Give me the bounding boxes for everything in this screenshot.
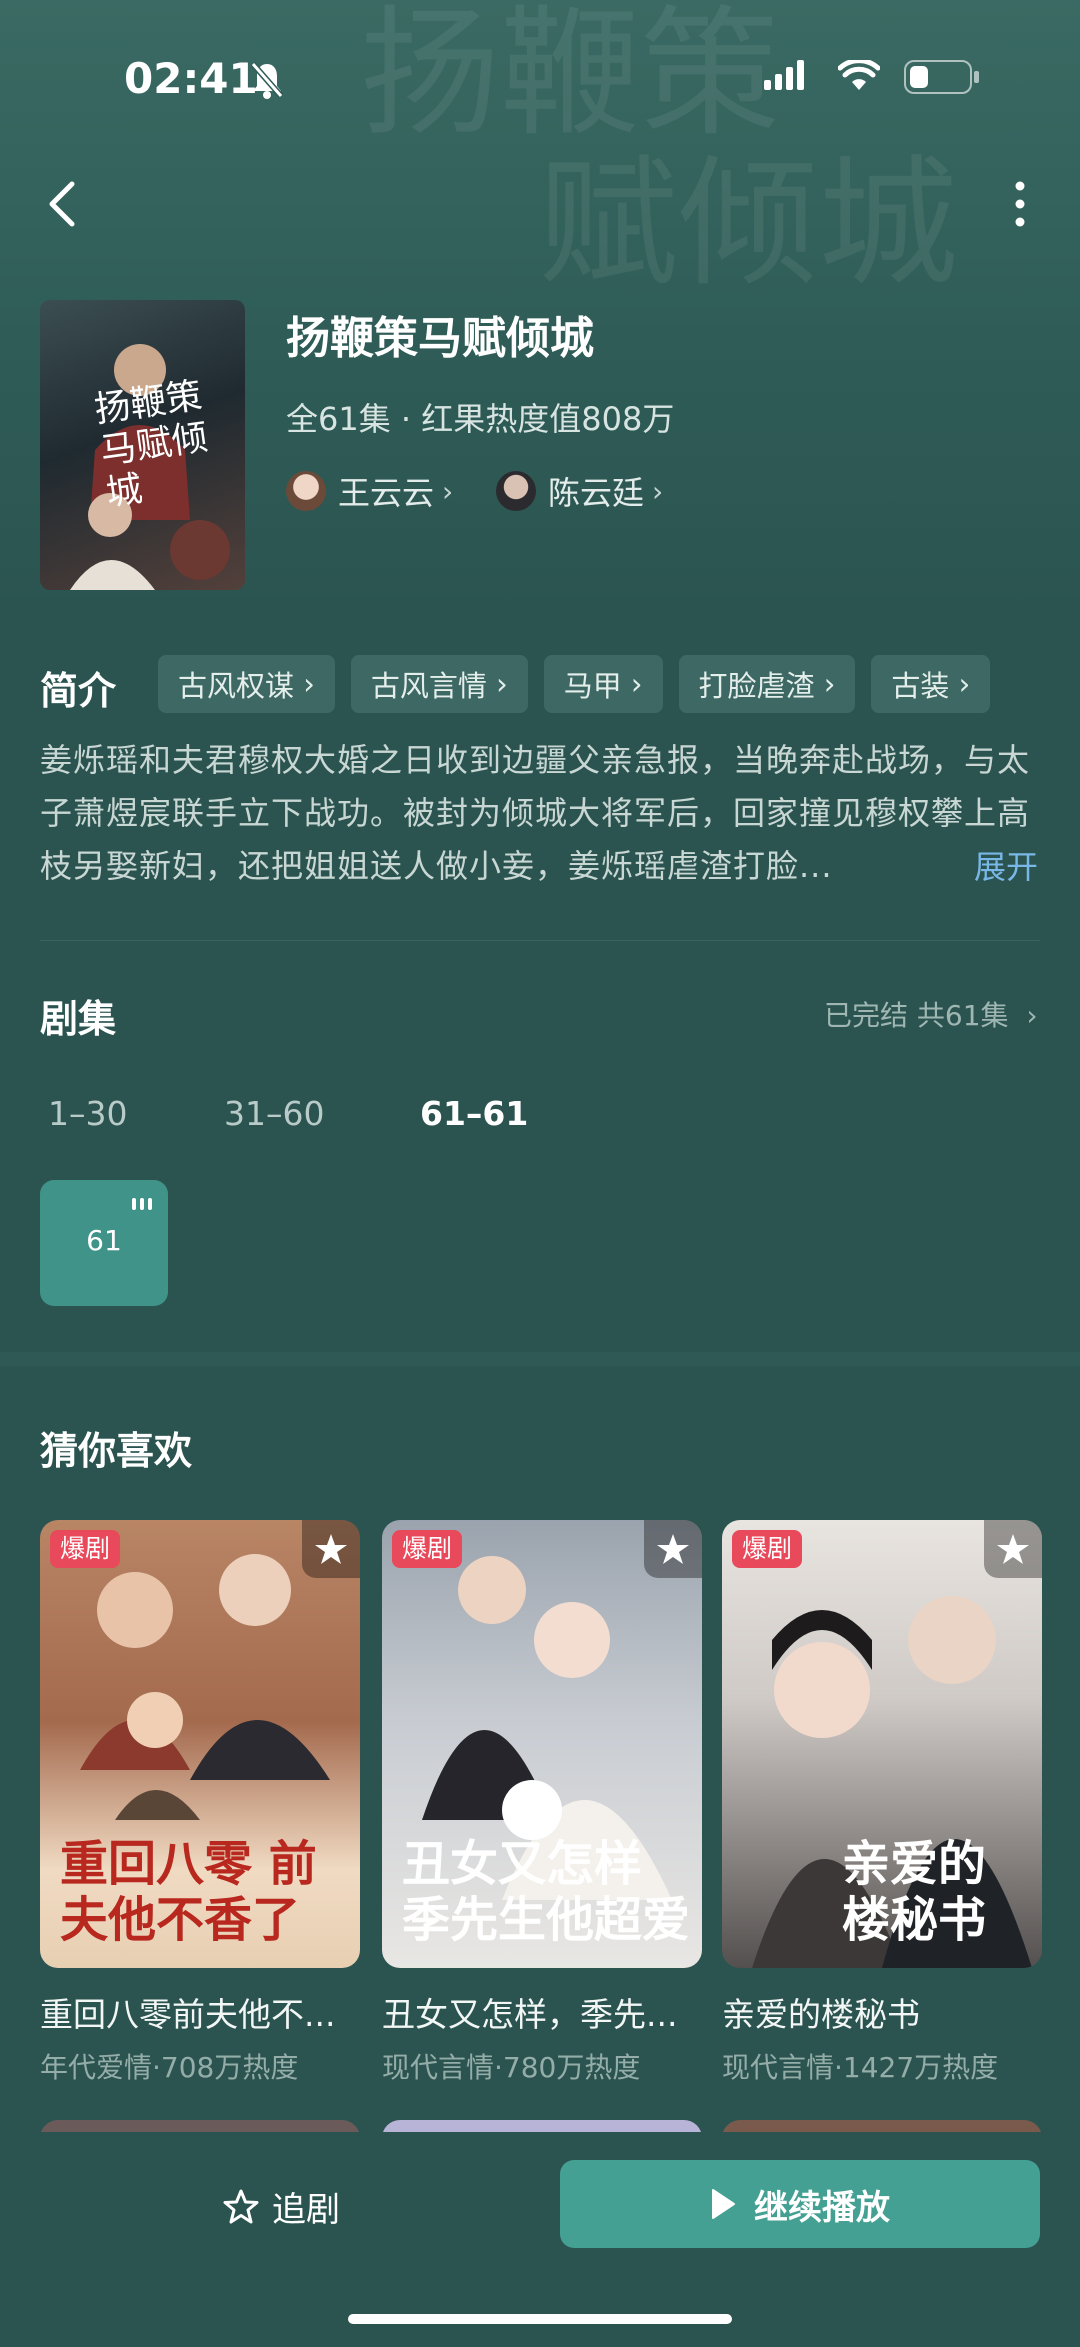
recommend-card[interactable]: 爆剧 丑女又怎样 季先生他超爱	[382, 1520, 702, 1968]
cover-title: 重回八零 前夫他不香了	[60, 1836, 317, 1948]
section-divider	[0, 1352, 1080, 1366]
status-bar: 02:41	[0, 40, 1080, 120]
episode-range-tab[interactable]: 1–30	[48, 1094, 128, 1133]
expand-link[interactable]: 展开	[974, 842, 1038, 888]
recommend-card[interactable]: 爆剧 亲爱的楼秘书	[722, 1520, 1042, 1968]
favorite-star-icon[interactable]	[984, 1520, 1042, 1578]
avatar	[286, 471, 326, 511]
favorite-star-icon[interactable]	[644, 1520, 702, 1578]
intro-heading: 简介	[40, 669, 117, 713]
episode-tile[interactable]: 61	[40, 1180, 168, 1306]
recommend-info: 现代言情·780万热度	[382, 2051, 641, 2084]
now-playing-icon	[132, 1198, 152, 1210]
intro-description: 姜烁瑶和夫君穆权大婚之日收到边疆父亲急报，当晚奔赴战场，与太子萧煜宸联手立下战功…	[40, 741, 1031, 885]
episodes-status-link[interactable]: 已完结 共61集 ›	[824, 994, 1038, 1034]
tag-chip[interactable]: 古装 ›	[871, 655, 991, 713]
cover-title: 丑女又怎样 季先生他超爱	[402, 1836, 691, 1948]
tag-chip[interactable]: 打脸虐渣 ›	[678, 655, 856, 713]
back-button[interactable]	[42, 176, 82, 232]
drama-title: 扬鞭策马赋倾城	[286, 313, 594, 364]
hot-badge: 爆剧	[50, 1530, 121, 1568]
battery-icon	[904, 60, 982, 98]
actor-name: 陈云廷	[548, 474, 645, 512]
divider	[40, 940, 1040, 941]
drama-meta: 全61集 · 红果热度值808万	[286, 400, 675, 438]
drama-poster: 扬鞭策马赋倾城	[40, 300, 245, 590]
tag-list: 古风权谋 › 古风言情 › 马甲 › 打脸虐渣 › 古装 ›	[158, 655, 991, 713]
play-icon	[712, 2189, 735, 2219]
chevron-right-icon: ›	[442, 474, 454, 508]
episode-range-tab[interactable]: 31–60	[224, 1094, 324, 1133]
home-indicator	[348, 2314, 732, 2324]
follow-label: 追剧	[272, 2190, 340, 2230]
star-outline-icon	[223, 2189, 259, 2223]
recommend-info: 年代爱情·708万热度	[40, 2051, 299, 2084]
avatar	[496, 471, 536, 511]
tag-chip[interactable]: 马甲 ›	[543, 655, 663, 713]
wifi-icon	[837, 58, 881, 96]
cover-title: 亲爱的楼秘书	[842, 1836, 987, 1948]
episode-range-tab-active[interactable]: 61–61	[420, 1094, 528, 1133]
recommend-info: 现代言情·1427万热度	[722, 2051, 999, 2084]
continue-play-button[interactable]: 继续播放	[560, 2160, 1040, 2248]
bell-muted-icon	[250, 60, 284, 104]
poster-title: 扬鞭策马赋倾城	[91, 375, 211, 515]
episode-number: 61	[86, 1224, 122, 1257]
tag-chip[interactable]: 古风权谋 ›	[158, 655, 335, 713]
status-time: 02:41	[124, 54, 258, 103]
tag-chip[interactable]: 古风言情 ›	[350, 655, 528, 713]
hot-badge: 爆剧	[392, 1530, 463, 1568]
chevron-right-icon: ›	[652, 474, 664, 508]
follow-button[interactable]: 追剧	[222, 2182, 340, 2231]
episodes-heading: 剧集	[40, 997, 117, 1041]
actor-link-2[interactable]: 陈云廷 ›	[496, 466, 663, 516]
recommend-card[interactable]: 爆剧 重回八零 前夫他不香了	[40, 1520, 360, 1968]
cellular-signal-icon	[764, 60, 808, 94]
recommend-title[interactable]: 亲爱的楼秘书	[722, 1988, 1042, 2036]
recommend-heading: 猜你喜欢	[40, 1429, 193, 1473]
recommend-title[interactable]: 重回八零前夫他不...	[40, 1988, 360, 2036]
favorite-star-icon[interactable]	[302, 1520, 360, 1578]
hot-badge: 爆剧	[732, 1530, 803, 1568]
actor-link-1[interactable]: 王云云 ›	[286, 466, 453, 516]
play-label: 继续播放	[754, 2187, 890, 2228]
recommend-title[interactable]: 丑女又怎样，季先...	[382, 1988, 702, 2036]
actor-name: 王云云	[338, 474, 435, 512]
more-options-button[interactable]	[1002, 176, 1038, 232]
